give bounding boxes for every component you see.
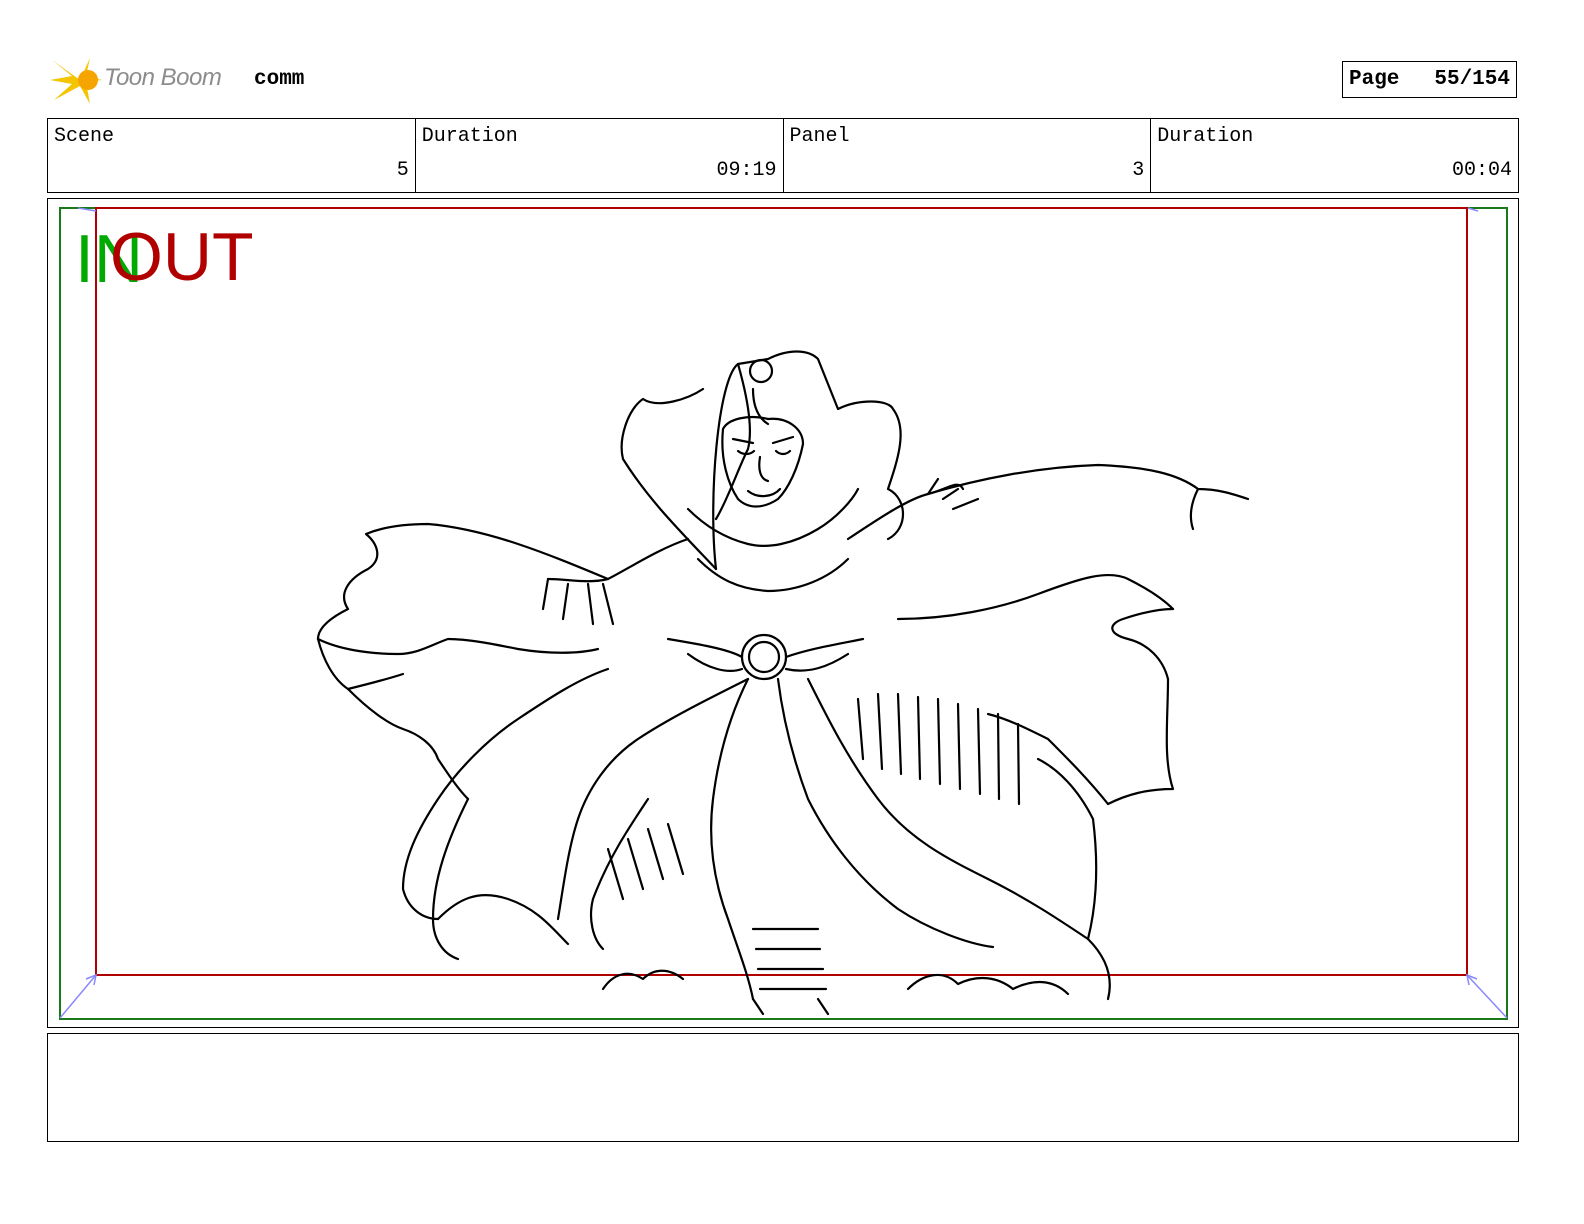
storyboard-panel: IN OUT	[47, 198, 1519, 1028]
scene-label: Scene	[54, 125, 115, 148]
panel-duration-cell: Duration 00:04	[1151, 119, 1518, 192]
scene-cell: Scene 5	[48, 119, 416, 192]
project-name: comm	[254, 68, 305, 91]
starburst-icon	[50, 58, 102, 104]
page-label: Page	[1349, 68, 1400, 91]
panel-notes	[47, 1033, 1519, 1142]
panel-duration-value: 00:04	[1451, 159, 1512, 182]
panel-value: 3	[1132, 159, 1145, 182]
scene-info-table: Scene 5 Duration 09:19 Panel 3 Duration …	[47, 118, 1519, 193]
page-number: 55/154	[1434, 68, 1510, 91]
scene-duration-value: 09:19	[716, 159, 777, 182]
camera-move-arrows	[59, 207, 1508, 1019]
toon-boom-logo: Toon Boom	[50, 54, 240, 106]
character-sketch	[316, 350, 1250, 1016]
out-label: OUT	[110, 219, 254, 295]
panel-label: Panel	[789, 125, 850, 148]
page-indicator: Page 55/154	[1342, 61, 1517, 98]
panel-frame	[59, 207, 1508, 1020]
panel-duration-label: Duration	[1157, 125, 1254, 148]
panel-cell: Panel 3	[784, 119, 1152, 192]
in-frame	[59, 207, 1508, 1020]
scene-value: 5	[396, 159, 409, 182]
scene-duration-cell: Duration 09:19	[416, 119, 784, 192]
logo-text: Toon Boom	[104, 64, 222, 91]
scene-duration-label: Duration	[421, 125, 518, 148]
out-frame	[95, 207, 1468, 976]
